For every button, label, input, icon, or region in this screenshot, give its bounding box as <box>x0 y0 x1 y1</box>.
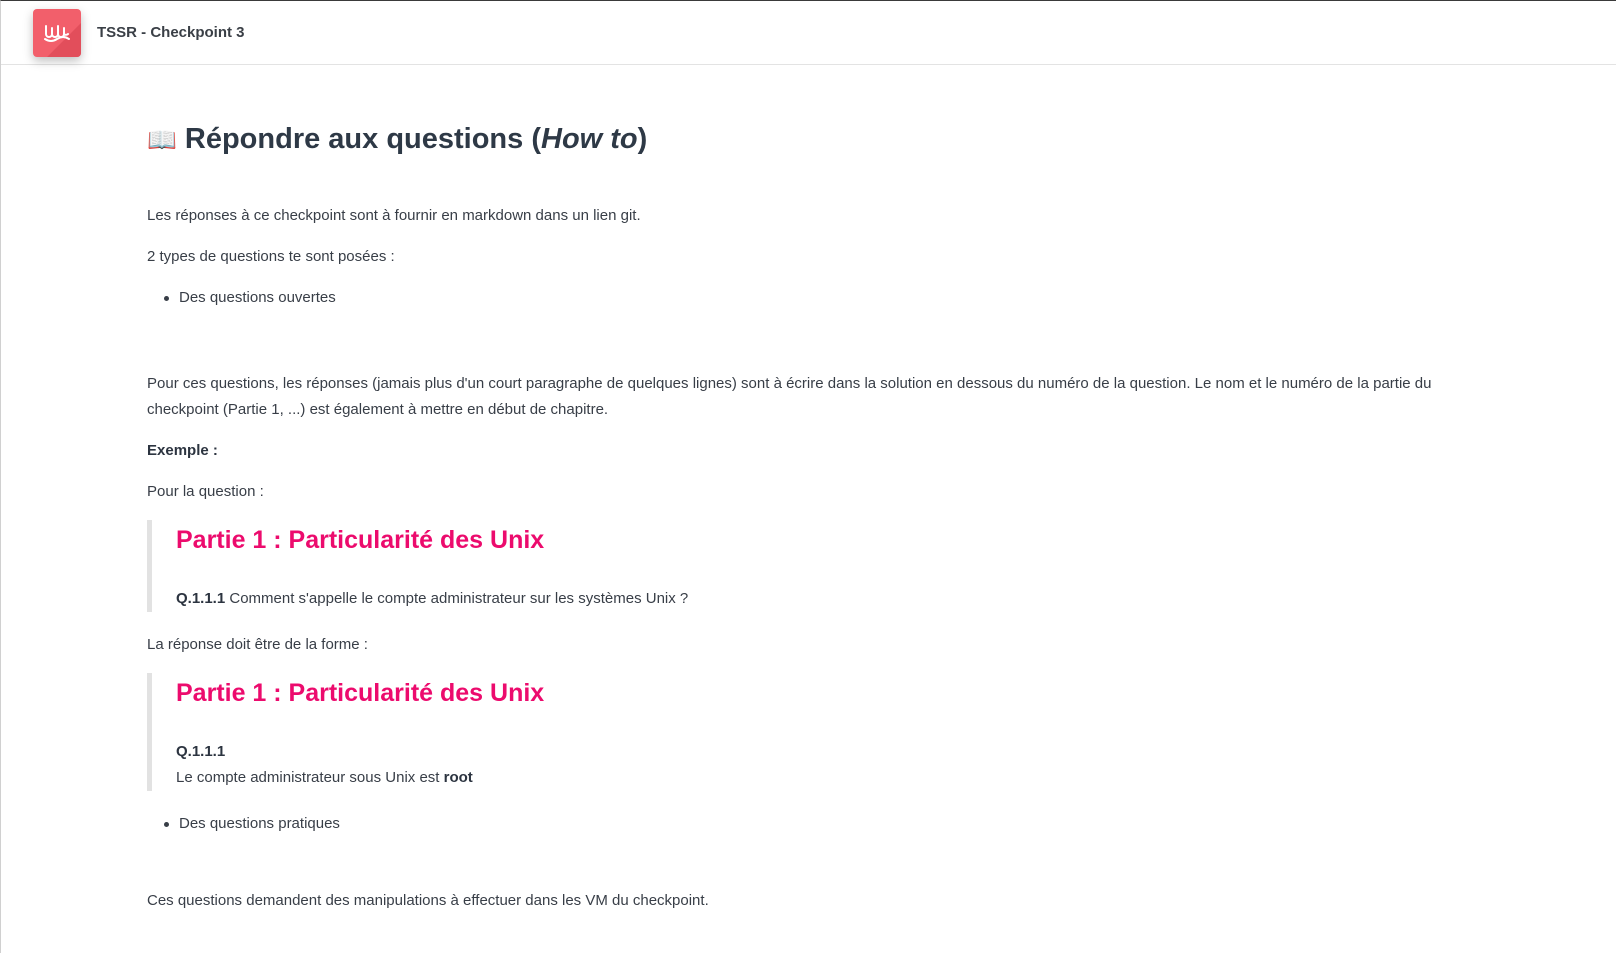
app-title: TSSR - Checkpoint 3 <box>97 24 245 41</box>
document-content: 📖 Répondre aux questions (How to) Les rép… <box>147 119 1457 929</box>
list-item: Des questions pratiques <box>147 811 1457 837</box>
bullet-list-open: Des questions ouvertes <box>147 285 1457 311</box>
answer-bold: root <box>443 769 473 786</box>
bullet-list-practical: Des questions pratiques <box>147 811 1457 837</box>
question-intro: Pour la question : <box>147 483 264 500</box>
question-id: Q.1.1.1 <box>176 590 226 607</box>
answer-text: Le compte administrateur sous Unix est r… <box>176 769 473 786</box>
answer-intro: La réponse doit être de la forme : <box>147 636 368 653</box>
title-text: Répondre aux questions ( <box>184 123 541 155</box>
example-answer-block: Partie 1 : Particularité des Unix Q.1.1.… <box>147 673 1457 791</box>
title-emphasis: How to <box>541 123 638 155</box>
example-question-line: Q.1.1.1 Comment s'appelle le compte admi… <box>176 586 1457 612</box>
example-label: Exemple : <box>147 442 218 459</box>
app-window: TSSR - Checkpoint 3 📖 Répondre aux questi… <box>0 0 1616 953</box>
answer-part-title: Partie 1 : Particularité des Unix <box>176 679 545 707</box>
answer-question-id: Q.1.1.1 <box>176 743 226 760</box>
question-text: Comment s'appelle le compte administrate… <box>225 590 689 607</box>
types-intro: 2 types de questions te sont posées : <box>147 248 395 265</box>
top-bar: TSSR - Checkpoint 3 <box>1 1 1616 65</box>
open-questions-description: Pour ces questions, les réponses (jamais… <box>147 375 1432 418</box>
title-close: ) <box>637 123 648 155</box>
practical-description: Ces questions demandent des manipulation… <box>147 892 709 909</box>
page-title: 📖 Répondre aux questions (How to) <box>147 119 1457 161</box>
book-icon: 📖 <box>147 127 177 154</box>
example-question-block: Partie 1 : Particularité des Unix Q.1.1.… <box>147 520 1457 612</box>
intro-paragraph: Les réponses à ce checkpoint sont à four… <box>147 207 641 224</box>
example-part-title: Partie 1 : Particularité des Unix <box>176 526 545 554</box>
list-item: Des questions ouvertes <box>147 285 1457 311</box>
app-logo-icon[interactable] <box>33 9 81 57</box>
